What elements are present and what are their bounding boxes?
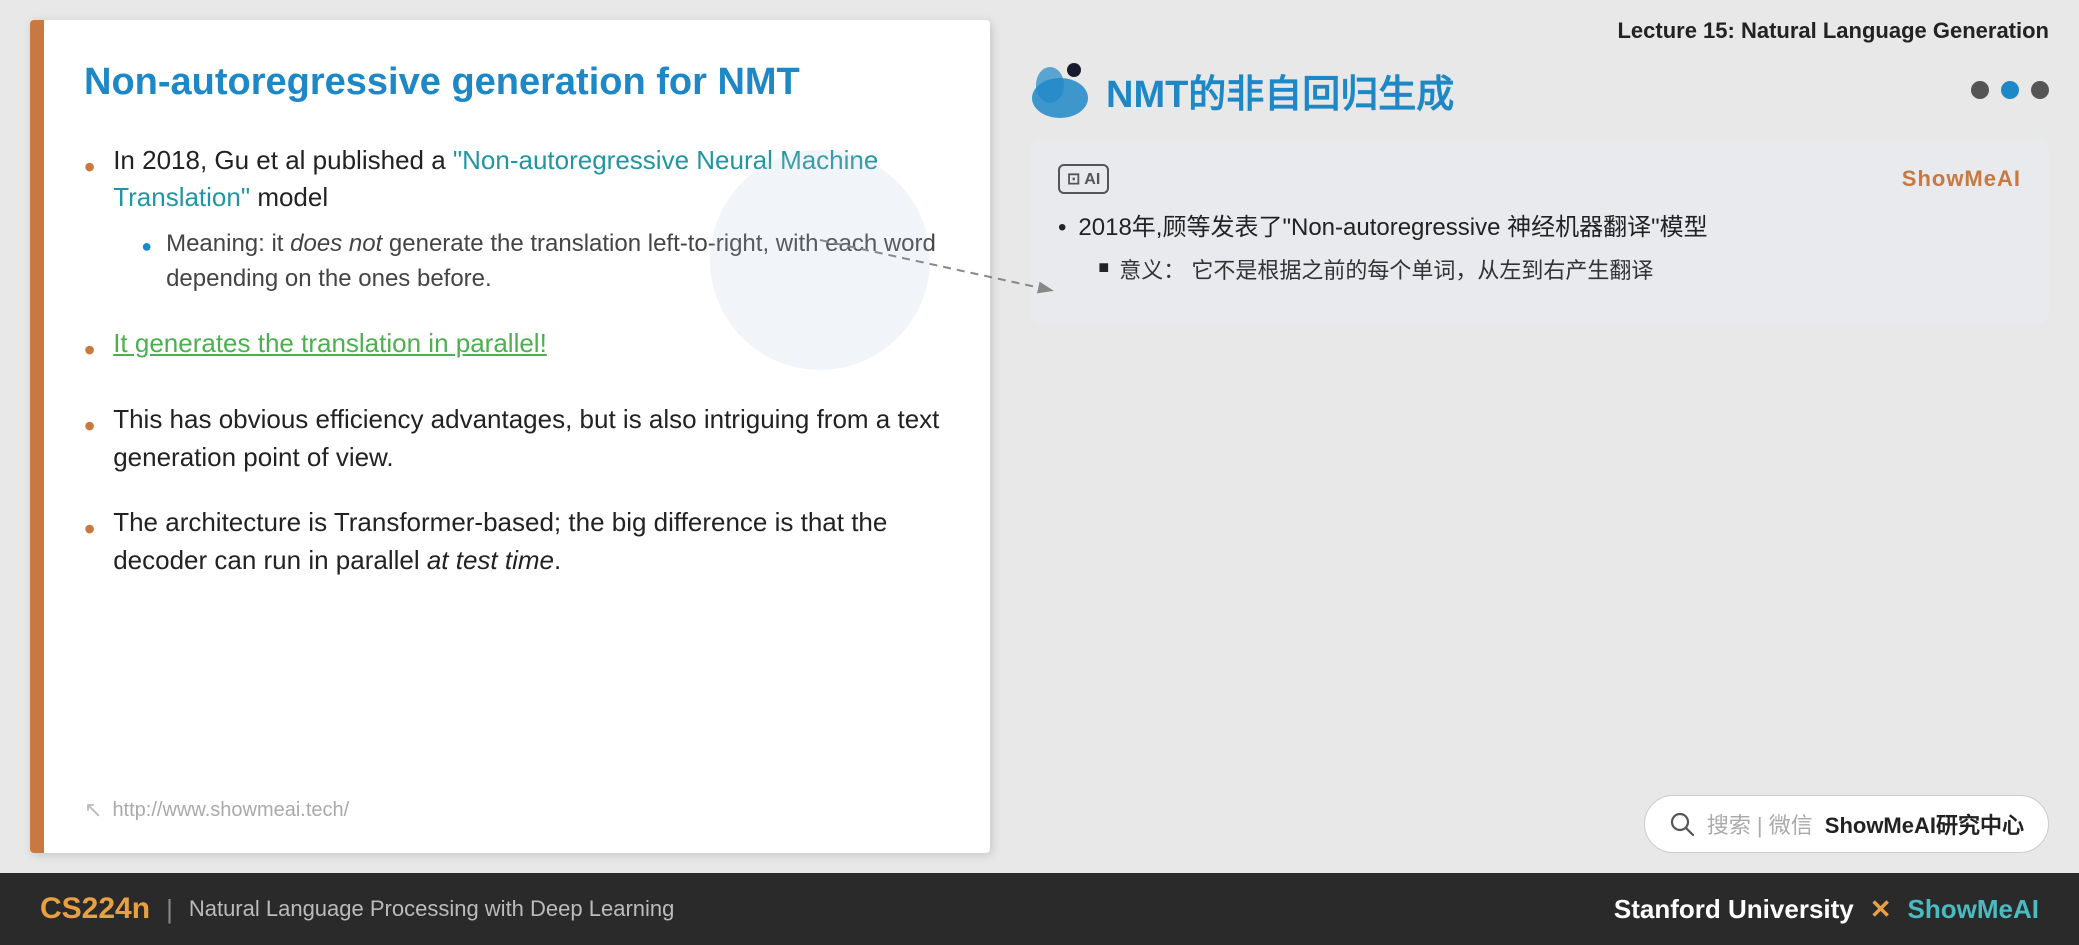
cn-sub-bullet-1: ■ 意义： 它不是根据之前的每个单词，从左到右产生翻译 [1098,254,1707,287]
cn-sub-text-1: 意义： 它不是根据之前的每个单词，从左到右产生翻译 [1119,254,1653,287]
list-item: • The architecture is Transformer-based;… [84,504,940,579]
sub-bullet-dot-1: ● [141,233,152,259]
list-item: • This has obvious efficiency advantages… [84,401,940,476]
list-item: • It generates the translation in parall… [84,325,940,373]
bullet-3-text: This has obvious efficiency advantages, … [113,401,940,476]
showmeai-footer-brand: ShowMeAI [1908,894,2039,925]
search-box[interactable]: 搜索 | 微信 ShowMeAI研究中心 [1644,795,2049,853]
course-subtitle: Natural Language Processing with Deep Le… [189,896,675,922]
nav-dot-3[interactable] [2031,81,2049,99]
right-panel: Lecture 15: Natural Language Generation … [990,0,2079,873]
search-brand-text: ShowMeAI研究中心 [1825,808,2024,840]
cursor-icon: ↖ [84,797,102,823]
bullet-list: • In 2018, Gu et al published a "Non-aut… [84,142,940,777]
cn-bullet-1-text: 2018年,顾等发表了"Non-autoregressive 神经机器翻译"模型 [1078,214,1707,241]
list-item: • In 2018, Gu et al published a "Non-aut… [84,142,940,297]
cn-bullet-dot-1: • [1058,210,1066,246]
lecture-title: Lecture 15: Natural Language Generation [1030,10,2049,60]
bottom-bar: CS224n | Natural Language Processing wit… [0,873,2079,945]
bullet-dot-1: • [84,144,95,190]
bottom-right: Stanford University ✕ ShowMeAI [1614,894,2039,925]
cn-brand: ShowMeAI [1902,166,2021,192]
cn-sub-dot-1: ■ [1098,254,1109,281]
bottom-left: CS224n | Natural Language Processing wit… [40,892,674,926]
right-title-area: NMT的非自回归生成 [1030,60,1454,120]
main-content: Non-autoregressive generation for NMT • … [0,0,2079,873]
bullet-dot-2: • [84,327,95,373]
cn-content-box: ⊡ AI ShowMeAI • 2018年,顾等发表了"Non-autoregr… [1030,140,2049,323]
cn-bullet-1: • 2018年,顾等发表了"Non-autoregressive 神经机器翻译"… [1058,210,2021,287]
left-slide-body: Non-autoregressive generation for NMT • … [44,20,990,853]
left-slide-panel: Non-autoregressive generation for NMT • … [30,20,990,853]
university-name: Stanford University [1614,894,1854,925]
bullet-dot-4: • [84,506,95,552]
right-slide-header: NMT的非自回归生成 [1030,60,2049,120]
bullet-1-text-before: In 2018, Gu et al published a [113,145,453,175]
bullet-1-text-after: model [250,182,328,212]
footer-url[interactable]: http://www.showmeai.tech/ [112,799,349,822]
slide-footer: ↖ http://www.showmeai.tech/ [84,797,940,823]
course-code: CS224n [40,892,150,926]
cn-bullet-1-content: 2018年,顾等发表了"Non-autoregressive 神经机器翻译"模型… [1078,210,1707,287]
ai-badge: ⊡ AI [1058,164,1109,194]
nav-dot-1[interactable] [1971,81,1989,99]
nav-dot-2[interactable] [2001,81,2019,99]
nav-dots [1971,81,2049,99]
bottom-separator: | [166,894,173,925]
slide-title: Non-autoregressive generation for NMT [84,60,940,106]
cn-box-header: ⊡ AI ShowMeAI [1058,164,2021,194]
bullet-dot-3: • [84,403,95,449]
bullet-4-text: The architecture is Transformer-based; t… [113,504,940,579]
x-symbol: ✕ [1870,894,1892,925]
bullet-1-content: In 2018, Gu et al published a "Non-autor… [113,142,940,297]
search-icon [1669,811,1695,837]
accent-bar [30,20,44,853]
search-separator: 搜索 | 微信 [1707,808,1813,840]
showmeai-logo [1030,60,1090,120]
bullet-2-link[interactable]: It generates the translation in parallel… [113,325,547,363]
right-panel-inner: Lecture 15: Natural Language Generation … [1030,10,2049,853]
ai-badge-text: ⊡ AI [1067,171,1100,188]
sub-bullet-1-text: Meaning: it does not generate the transl… [166,227,940,297]
right-slide-title: NMT的非自回归生成 [1106,63,1454,118]
sub-bullet-1: ● Meaning: it does not generate the tran… [141,227,940,297]
